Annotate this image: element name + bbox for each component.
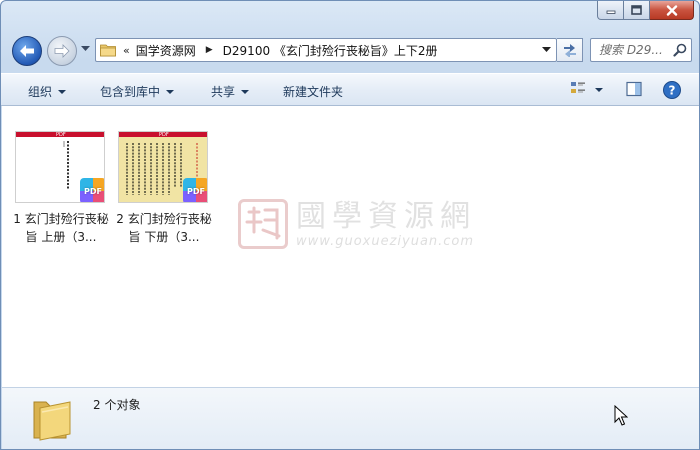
new-folder-label: 新建文件夹 (283, 85, 344, 99)
details-pane: 2 个对象 (2, 387, 699, 449)
address-dropdown-icon[interactable] (542, 47, 551, 53)
view-options-icon (571, 82, 585, 93)
svg-text:?: ? (669, 84, 676, 98)
share-menu[interactable]: 共享 (211, 83, 250, 100)
help-icon: ? (663, 81, 681, 99)
close-icon (666, 4, 677, 16)
file-name: 2 玄门封殓行丧秘旨 下册（3... (116, 212, 212, 244)
thumbnail-header-label: PDF (159, 132, 169, 138)
breadcrumb-root[interactable]: 国学资源网 (136, 42, 196, 59)
arrow-left-icon (20, 45, 34, 57)
search-input[interactable] (591, 39, 669, 61)
new-folder-button[interactable]: 新建文件夹 (283, 83, 343, 100)
pdf-thumbnail: PDF PDF (118, 131, 208, 203)
breadcrumb-current[interactable]: D29100 《玄门封殓行丧秘旨》上下2册 (223, 42, 438, 59)
folder-icon (100, 44, 116, 57)
refresh-icon (563, 44, 576, 57)
watermark-seal-logo (238, 199, 288, 249)
pdf-file-icon: PDF (80, 178, 104, 202)
organize-menu[interactable]: 组织 (28, 83, 67, 100)
back-button[interactable] (12, 36, 42, 66)
thumbnail-header-label: PDF (56, 132, 66, 138)
share-label: 共享 (211, 85, 236, 99)
file-list[interactable]: PDF PDF 1 玄门封殓行丧秘旨 上册（3... PDF PDF 2 玄门封… (2, 106, 699, 387)
watermark-text: 國學資源網 www.guoxueziyuan.com (296, 198, 476, 249)
file-name: 1 玄门封殓行丧秘旨 上册（3... (13, 212, 109, 244)
arrow-right-icon (54, 44, 70, 58)
include-in-library-menu[interactable]: 包含到库中 (100, 83, 175, 100)
change-view-button[interactable] (569, 80, 587, 101)
search-box[interactable] (590, 38, 692, 62)
recent-pages-dropdown-icon[interactable] (81, 46, 90, 52)
refresh-button[interactable] (557, 38, 583, 62)
minimize-icon (606, 10, 615, 14)
address-bar[interactable]: « 国学资源网 ▶ D29100 《玄门封殓行丧秘旨》上下2册 (95, 38, 557, 62)
folder-icon (33, 401, 71, 441)
caption-buttons (597, 1, 694, 20)
item-count: 2 个对象 (93, 398, 141, 412)
command-bar: 组织 包含到库中 共享 新建文件夹 ? (1, 73, 699, 106)
mouse-cursor-icon (614, 405, 628, 426)
chevron-down-icon (166, 89, 175, 94)
pdf-thumbnail: PDF PDF (15, 131, 105, 203)
minimize-button[interactable] (597, 1, 624, 20)
include-library-label: 包含到库中 (100, 85, 161, 99)
search-icon[interactable] (673, 43, 687, 57)
chevron-down-icon (241, 89, 250, 94)
watermark-title: 國學資源網 (296, 198, 476, 234)
forward-button[interactable] (47, 36, 77, 66)
file-item[interactable]: PDF PDF 1 玄门封殓行丧秘旨 上册（3... (11, 131, 111, 246)
help-button[interactable]: ? (662, 80, 682, 103)
preview-pane-button[interactable] (625, 80, 643, 101)
address-overflow[interactable]: « (123, 44, 130, 57)
explorer-window: « 国学资源网 ▶ D29100 《玄门封殓行丧秘旨》上下2册 组织 包含到库中 (0, 0, 700, 450)
organize-label: 组织 (28, 85, 53, 99)
pdf-file-icon: PDF (183, 178, 207, 202)
maximize-button[interactable] (624, 1, 650, 20)
preview-pane-icon (626, 81, 642, 97)
watermark-url: www.guoxueziyuan.com (296, 233, 475, 249)
maximize-icon (631, 5, 642, 15)
chevron-down-icon (58, 89, 67, 94)
close-button[interactable] (650, 1, 694, 20)
navigation-bar: « 国学资源网 ▶ D29100 《玄门封殓行丧秘旨》上下2册 (1, 31, 699, 69)
watermark: 國學資源網 www.guoxueziyuan.com (238, 199, 476, 249)
file-item[interactable]: PDF PDF 2 玄门封殓行丧秘旨 下册（3... (114, 131, 214, 246)
view-dropdown-icon[interactable] (595, 88, 604, 94)
breadcrumb-separator-icon[interactable]: ▶ (206, 45, 213, 55)
